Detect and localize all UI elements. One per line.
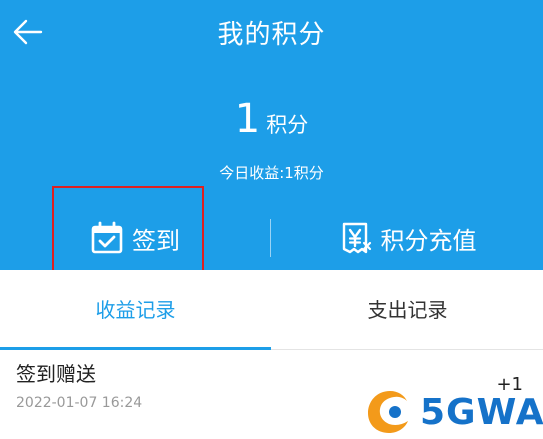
page-title: 我的积分 — [217, 20, 326, 50]
points-value: 1 — [234, 96, 261, 142]
calendar-check-icon — [91, 221, 123, 254]
recharge-button[interactable]: 积分充值 — [272, 212, 543, 264]
action-divider — [270, 219, 271, 257]
points-unit: 积分 — [266, 113, 309, 137]
today-income: 今日收益:1积分 — [219, 164, 324, 182]
recharge-label: 积分充值 — [380, 226, 477, 255]
tab-expense-records[interactable]: 支出记录 — [272, 270, 543, 350]
yen-receipt-icon — [342, 222, 371, 254]
points-balance: 1 积分 — [0, 96, 543, 142]
record-title: 签到赠送 — [16, 362, 96, 386]
list-item: 签到赠送 2022-01-07 16:24 +1 — [0, 350, 543, 439]
record-time: 2022-01-07 16:24 — [16, 395, 143, 411]
points-screen: 我的积分 1 积分 今日收益:1积分 签到 积分充值 收益记录 支出记录 签到赠… — [0, 0, 543, 439]
record-tabs: 收益记录 支出记录 — [0, 270, 543, 350]
signin-label: 签到 — [132, 226, 180, 255]
signin-button[interactable]: 签到 — [0, 212, 270, 264]
points-header: 我的积分 1 积分 今日收益:1积分 签到 积分充值 — [0, 0, 543, 282]
record-delta: +1 — [496, 374, 523, 395]
tab-income-records[interactable]: 收益记录 — [0, 270, 271, 350]
